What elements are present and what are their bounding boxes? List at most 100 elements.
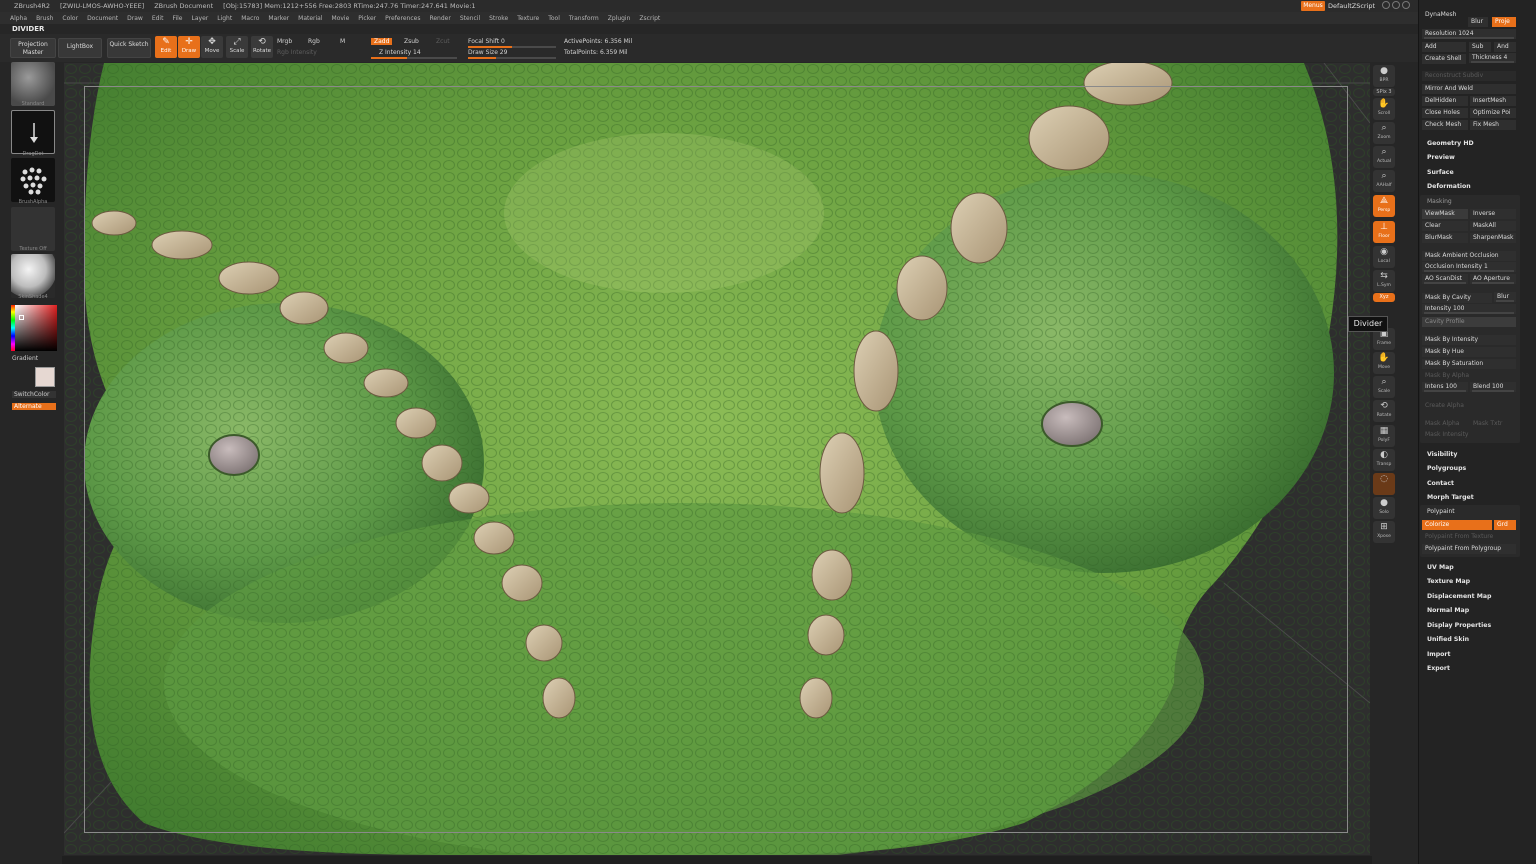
transp-button[interactable]: ◐ Transp [1373,449,1395,471]
create-shell-button[interactable]: Create Shell [1422,54,1466,64]
import-section[interactable]: Import [1427,651,1450,658]
solo-button[interactable]: ● Solo [1373,497,1395,519]
geometry-hd-section[interactable]: Geometry HD [1427,140,1474,147]
dynamesh-blur[interactable]: Blur [1468,17,1488,27]
maximize-icon[interactable] [1392,1,1400,9]
mask-alpha-button[interactable]: Mask Alpha [1422,419,1468,429]
alpha-thumbnail[interactable] [11,158,55,202]
cavity-intensity-slider[interactable]: Intensity 100 [1422,304,1516,314]
intens-slider[interactable]: Intens 100 [1422,382,1468,392]
menu-light[interactable]: Light [217,15,232,22]
fix-mesh-button[interactable]: Fix Mesh [1470,120,1516,130]
mask-intensity-slider[interactable]: Mask Intensity [1422,430,1516,440]
menu-render[interactable]: Render [429,15,450,22]
lightbox-button[interactable]: LightBox [58,38,102,58]
menu-preferences[interactable]: Preferences [385,15,420,22]
aahalf-button[interactable]: ⌕ AAHalf [1373,170,1395,192]
move-view-button[interactable]: ✋ Move [1373,352,1395,374]
local-button[interactable]: ◉ Local [1373,246,1395,268]
close-holes-button[interactable]: Close Holes [1422,108,1468,118]
dynamesh-project[interactable]: Proje [1492,17,1516,27]
rotate-view-button[interactable]: ⟲ Rotate [1373,400,1395,422]
normal-map-section[interactable]: Normal Map [1427,607,1469,614]
rgb-intensity-slider[interactable]: Rgb Intensity [277,49,317,56]
bottom-tray-handle[interactable] [62,856,1372,864]
create-alpha-button[interactable]: Create Alpha [1422,401,1516,411]
polygroups-section[interactable]: Polygroups [1427,465,1466,472]
brush-thumbnail[interactable] [11,62,55,106]
menu-stroke[interactable]: Stroke [489,15,508,22]
ao-aperture-slider[interactable]: AO Aperture [1470,274,1516,284]
xyz-button[interactable]: Xyz [1373,293,1395,302]
blurmask-button[interactable]: BlurMask [1422,233,1468,243]
quick-sketch-button[interactable]: Quick Sketch [107,38,151,58]
viewmask-button[interactable]: ViewMask [1422,209,1468,219]
display-properties-section[interactable]: Display Properties [1427,622,1491,629]
menu-stencil[interactable]: Stencil [460,15,480,22]
grd-button[interactable]: Grd [1494,520,1516,530]
minimize-icon[interactable] [1382,1,1390,9]
sharpenmask-button[interactable]: SharpenMask [1470,233,1516,243]
colorize-button[interactable]: Colorize [1422,520,1492,530]
check-mesh-button[interactable]: Check Mesh [1422,120,1468,130]
resolution-slider[interactable]: Resolution 1024 [1422,29,1516,39]
menu-zscript[interactable]: Zscript [639,15,660,22]
occlusion-intensity-slider[interactable]: Occlusion Intensity 1 [1422,262,1516,272]
menu-picker[interactable]: Picker [358,15,376,22]
optimize-points-button[interactable]: Optimize Poi [1470,108,1516,118]
add-button[interactable]: Add [1422,42,1466,52]
clear-mask-button[interactable]: Clear [1422,221,1468,231]
z-intensity-slider[interactable]: Z Intensity 14 [379,49,421,56]
mask-by-intensity-button[interactable]: Mask By Intensity [1422,335,1516,345]
blend-slider[interactable]: Blend 100 [1470,382,1516,392]
mask-by-cavity-button[interactable]: Mask By Cavity [1422,293,1492,303]
sub-button[interactable]: Sub [1469,42,1491,52]
menu-draw[interactable]: Draw [127,15,143,22]
alternate-button[interactable]: Alternate [12,403,56,410]
menu-tool[interactable]: Tool [548,15,560,22]
stroke-thumbnail[interactable] [11,110,55,154]
cavity-profile-button[interactable]: Cavity Profile [1422,317,1516,327]
focal-shift-slider[interactable]: Focal Shift 0 [468,38,505,45]
material-m-button[interactable]: M [340,38,345,45]
menu-brush[interactable]: Brush [36,15,53,22]
cavity-blur-slider[interactable]: Blur [1494,292,1516,302]
scroll-button[interactable]: ✋ Scroll [1373,98,1395,120]
edit-mode-button[interactable]: ✎ Edit [155,36,177,58]
menu-color[interactable]: Color [62,15,78,22]
preview-section[interactable]: Preview [1427,154,1455,161]
menu-texture[interactable]: Texture [517,15,539,22]
menus-toggle-button[interactable]: Menus [1301,1,1325,11]
contact-section[interactable]: Contact [1427,480,1454,487]
ao-scandist-slider[interactable]: AO ScanDist [1422,274,1468,284]
switch-color-button[interactable]: SwitchColor [12,391,56,398]
scale-mode-button[interactable]: ⤢ Scale [226,36,248,58]
mirror-and-weld-button[interactable]: Mirror And Weld [1422,84,1516,94]
and-button[interactable]: And [1494,42,1516,52]
menu-macro[interactable]: Macro [241,15,259,22]
menu-layer[interactable]: Layer [192,15,209,22]
morph-target-section[interactable]: Morph Target [1427,494,1474,501]
close-icon[interactable] [1402,1,1410,9]
export-section[interactable]: Export [1427,665,1450,672]
actual-button[interactable]: ⌕ Actual [1373,146,1395,168]
displacement-map-section[interactable]: Displacement Map [1427,593,1491,600]
zoom-button[interactable]: ⌕ Zoom [1373,122,1395,144]
mask-by-saturation-button[interactable]: Mask By Saturation [1422,359,1516,369]
menu-material[interactable]: Material [298,15,322,22]
polypaint-title[interactable]: Polypaint [1427,508,1455,515]
thickness-slider[interactable]: Thickness 4 [1469,53,1516,63]
unified-skin-section[interactable]: Unified Skin [1427,636,1469,643]
delhidden-button[interactable]: DelHidden [1422,96,1468,106]
menu-document[interactable]: Document [87,15,118,22]
menu-file[interactable]: File [172,15,182,22]
rgb-button[interactable]: Rgb [308,38,320,45]
projection-master-button[interactable]: Projection Master [10,38,56,58]
draw-mode-button[interactable]: ✛ Draw [178,36,200,58]
xpose-button[interactable]: ⊞ Xpose [1373,521,1395,543]
mask-texture-button[interactable]: Mask Txtr [1470,419,1516,429]
secondary-color-swatch[interactable] [35,367,55,387]
polyf-button[interactable]: ▦ PolyF [1373,425,1395,447]
scale-view-button[interactable]: ⌕ Scale [1373,376,1395,398]
color-picker[interactable] [11,305,57,351]
